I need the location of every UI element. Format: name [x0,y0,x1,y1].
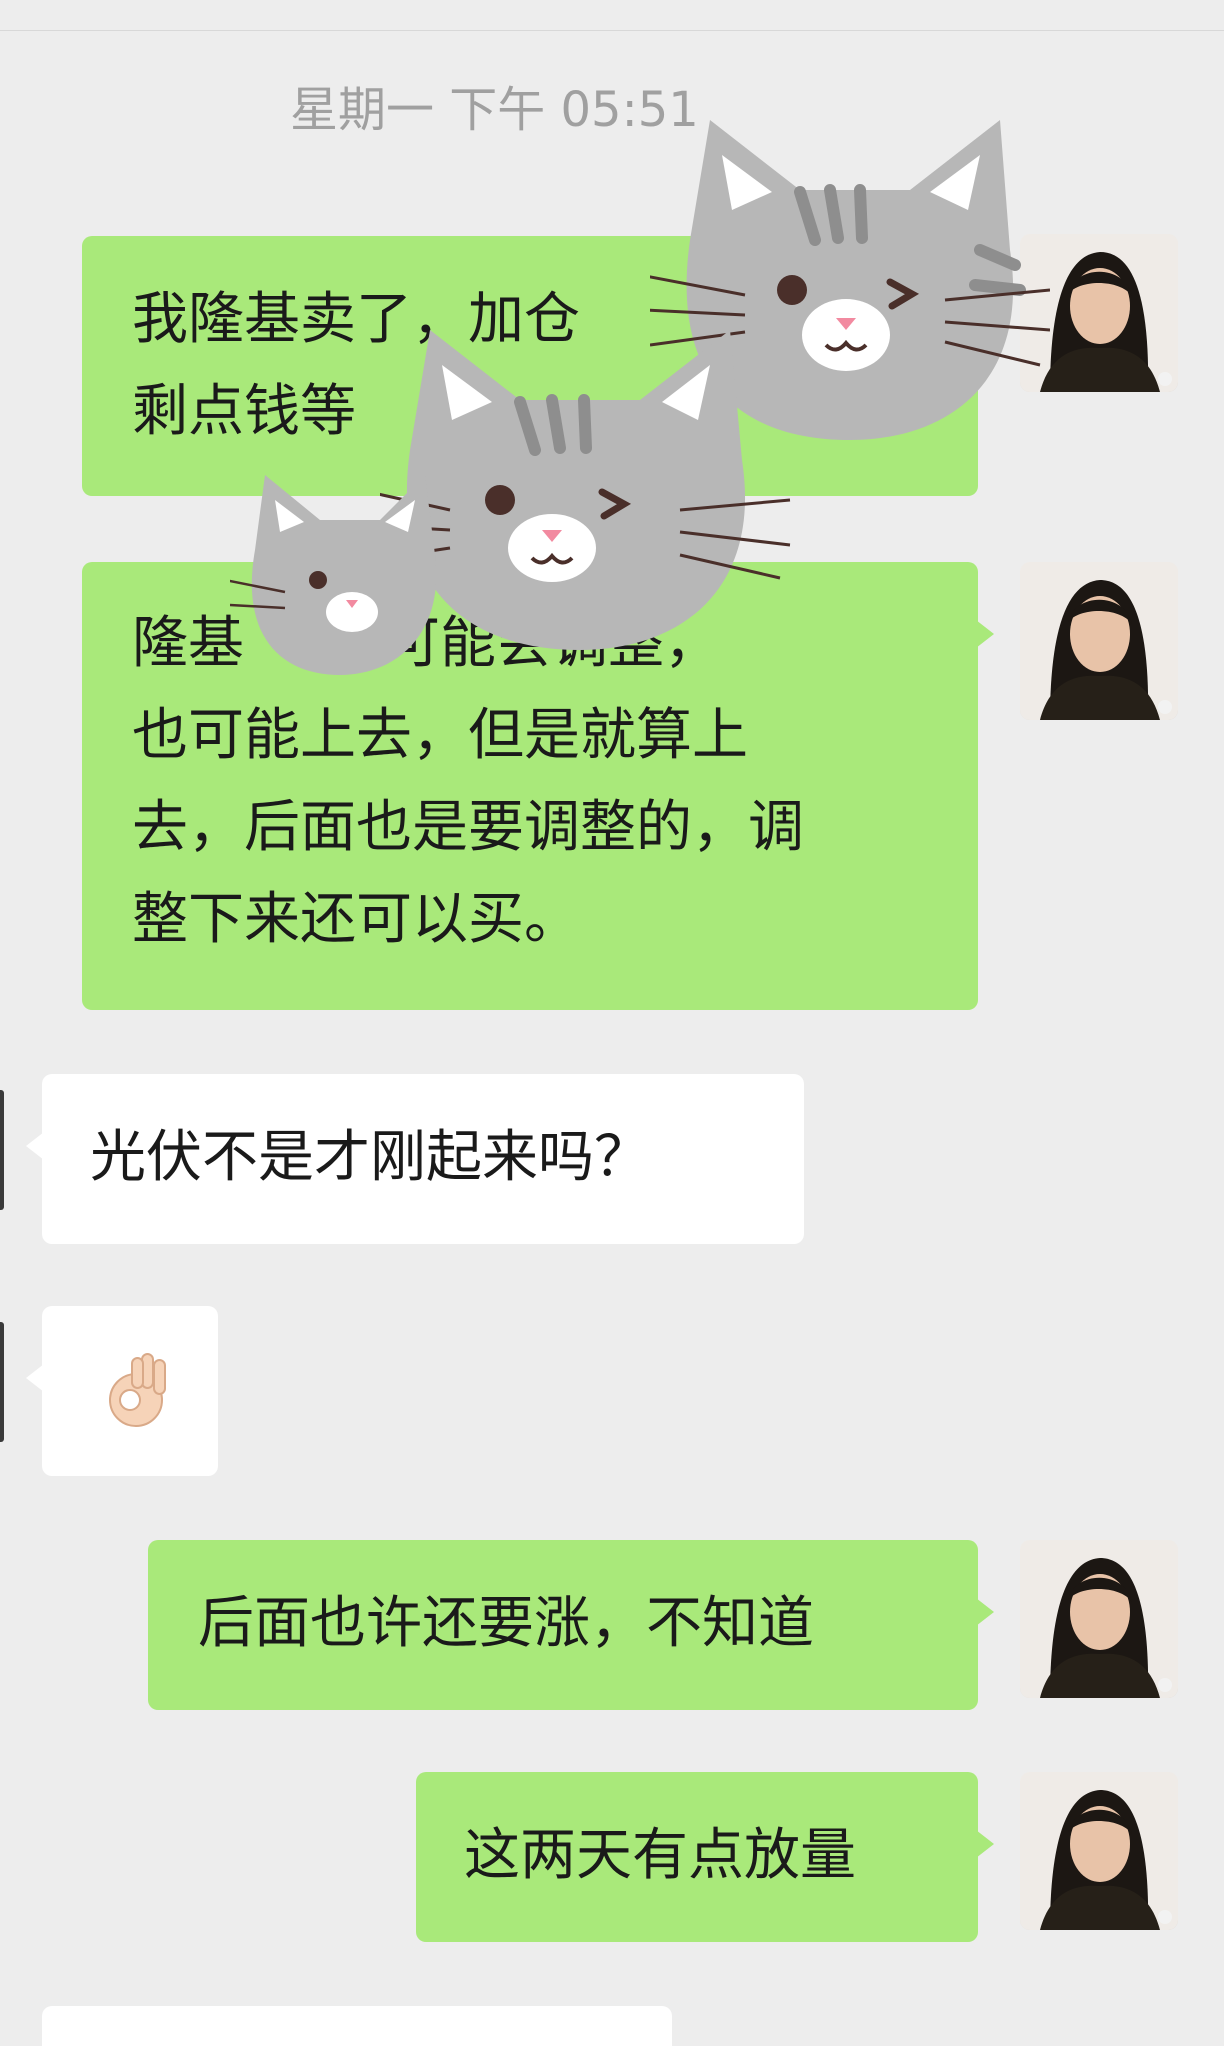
message-text: 后面也许还要涨，不知道 [198,1591,814,1656]
avatar-portrait-icon [1020,562,1178,720]
their-message-bubble-partial[interactable] [42,2006,672,2046]
their-message-bubble[interactable]: 光伏不是才刚起来吗？ [26,1074,804,1244]
bubble-tail [976,1598,994,1626]
message-text: 这两天有点放量 [464,1823,856,1888]
my-avatar[interactable] [1020,562,1178,720]
message-timestamp: 星期一 下午 05:51 [290,82,699,138]
message-text-line: 也可能上去，但是就算上 [132,703,748,768]
my-message-bubble[interactable]: 这两天有点放量 [416,1772,994,1942]
my-avatar[interactable] [1020,1772,1178,1930]
message-text-line: 去，后面也是要调整的，调 [132,795,804,860]
chat-screen: 星期一 下午 05:51 我隆基卖了，加仓 剩点钱等 隆基可能会调整， 也可能上… [0,0,1224,2046]
their-emoji-bubble[interactable] [26,1306,218,1476]
title-bar-divider [0,0,1224,31]
ok-hand-icon [109,1353,166,1427]
message-text: 光伏不是才刚起来吗？ [90,1125,650,1190]
avatar-portrait-icon [1020,1772,1178,1930]
contact-avatar-edge[interactable] [0,1322,4,1442]
avatar-portrait-icon [1020,1540,1178,1698]
bubble-tail [976,620,994,648]
bubble-tail [976,1830,994,1858]
contact-avatar-edge[interactable] [0,1090,4,1210]
my-message-bubble[interactable]: 后面也许还要涨，不知道 [148,1540,994,1710]
cat-sticker-icon [230,475,437,675]
message-text-line: 整下来还可以买。 [132,887,580,952]
bubble-tail [26,1364,44,1392]
my-avatar[interactable] [1020,1540,1178,1698]
bubble-tail [26,1132,44,1160]
